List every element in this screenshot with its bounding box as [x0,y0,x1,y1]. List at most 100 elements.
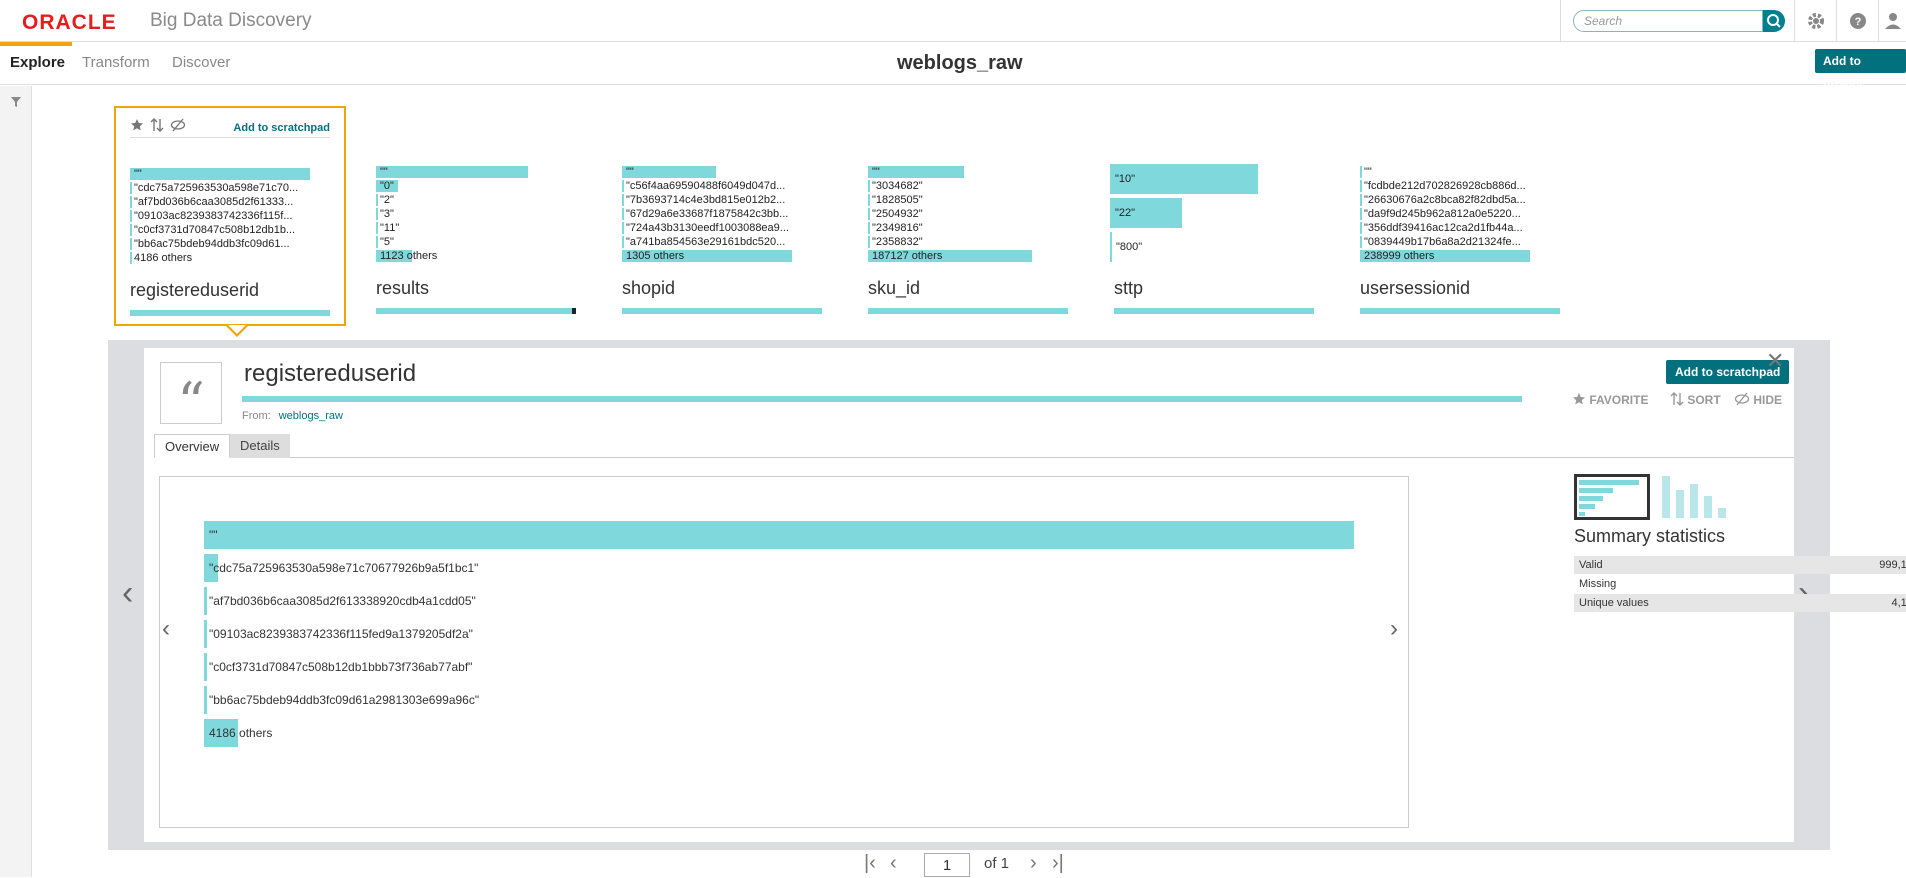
next-page-icon[interactable]: › [1030,852,1037,875]
search-button[interactable] [1763,10,1785,32]
hide-button[interactable]: HIDE [1734,392,1782,407]
attribute-detail-panel: “ registereduserid From: weblogs_raw Add … [144,348,1906,842]
distribution-bar[interactable]: "cdc75a725963530a598e71c70677926b9a5f1bc… [204,554,604,582]
prev-attribute-chevron-icon[interactable]: ‹ [122,574,133,613]
attribute-name: usersessionid [1360,278,1471,298]
tab-overview[interactable]: Overview [154,434,231,458]
distribution-bar-others[interactable]: 4186 others [204,719,604,747]
value-row[interactable]: "1828505" [868,194,1068,206]
value-row[interactable]: "3" [376,208,576,220]
value-row[interactable]: "2358832" [868,236,1068,248]
page-number-input[interactable]: 1 [924,853,970,877]
tab-explore[interactable]: Explore [10,54,65,71]
value-row[interactable]: "7b3693714c4e3bd815e012b2... [622,194,822,206]
favorite-button[interactable]: FAVORITE [1572,392,1648,407]
distribution-bar[interactable]: "af7bd036b6caa3085d2f613338920cdb4a1cdd0… [204,587,604,615]
pagination: |‹ ‹ 1 of 1 › ›| [860,852,1080,877]
distribution-bar[interactable]: "09103ac8239383742336f115fed9a1379205df2… [204,620,604,648]
value-row-others[interactable]: 238999 others [1360,250,1560,262]
main-nav: Explore Transform Discover weblogs_raw A… [0,42,1906,92]
first-page-icon[interactable]: |‹ [864,852,876,875]
value-row-others[interactable]: 4186 others [130,252,330,264]
oracle-logo: ORACLE [22,11,117,34]
last-page-icon[interactable]: ›| [1052,852,1064,875]
close-icon[interactable]: ✕ [1766,348,1784,374]
value-row[interactable]: "" [1360,166,1560,178]
attribute-card-shopid[interactable]: "" "c56f4aa69590488f6049d047d... "7b3693… [608,106,840,326]
horizontal-bar-view-button[interactable] [1574,474,1650,520]
value-row[interactable]: "0" [376,180,576,192]
value-row[interactable]: "09103ac8239383742336f115f... [130,210,330,222]
chart-next-chevron-icon[interactable]: › [1390,615,1398,643]
value-row[interactable]: "" [376,166,576,178]
source-dataset-link[interactable]: weblogs_raw [279,410,343,422]
value-row[interactable]: "c56f4aa69590488f6049d047d... [622,180,822,192]
value-row[interactable]: "2349816" [868,222,1068,234]
user-menu-button[interactable] [1878,0,1906,42]
value-row[interactable]: "" [130,168,315,180]
value-row[interactable]: "fcdbde212d702826928cb886d... [1360,180,1560,192]
value-row[interactable]: "3034682" [868,180,1068,192]
value-row[interactable]: "356ddf39416ac12ca2d1fb44a... [1360,222,1560,234]
value-bar[interactable]: "10" [1110,164,1258,194]
stat-row-missing: Missing 0 [1579,578,1617,590]
add-to-project-button[interactable]: Add to project [1815,49,1906,92]
tab-discover[interactable]: Discover [172,54,230,71]
active-tab-indicator [0,42,72,46]
value-row[interactable]: "724a43b3130eedf1003088ea9... [622,222,822,234]
help-button[interactable]: ? [1836,0,1878,42]
tab-transform[interactable]: Transform [82,54,150,71]
user-icon [1885,13,1901,29]
value-bar[interactable]: "800" [1110,232,1142,262]
star-icon [1573,393,1585,405]
value-distribution-chart: ‹ › "" "cdc75a725963530a598e71c70677926b… [159,476,1409,828]
search-input[interactable]: Search [1573,10,1763,32]
value-row[interactable]: "0839449b17b6a8a2d21324fe... [1360,236,1560,248]
distribution-bar[interactable]: "c0cf3731d70847c508b12db1bbb73f736ab77ab… [204,653,604,681]
filter-icon[interactable] [10,96,22,108]
distribution-bar[interactable]: "" [204,521,1364,549]
distribution-bar[interactable]: "bb6ac75bdeb94ddb3fc09d61a2981303e699a96… [204,686,604,714]
app-title: Big Data Discovery [150,10,312,31]
settings-button[interactable] [1794,0,1836,42]
value-row[interactable]: "" [868,166,1068,178]
hide-icon[interactable] [170,118,186,132]
attribute-card-sku-id[interactable]: "" "3034682" "1828505" "2504932" "234981… [854,106,1086,326]
value-row[interactable]: "cdc75a725963530a598e71c70... [130,182,330,194]
value-row[interactable]: "da9f9d245b962a812a0e5220... [1360,208,1560,220]
value-row[interactable]: "2" [376,194,576,206]
vertical-bar-chart-icon [1662,476,1726,518]
value-bar[interactable]: "22" [1110,198,1182,228]
value-row[interactable]: "a741ba854563e29161bdc520... [622,236,822,248]
value-row[interactable]: "11" [376,222,576,234]
prev-page-icon[interactable]: ‹ [890,852,897,875]
page-count: of 1 [984,855,1010,872]
attribute-card-registereduserid[interactable]: Add to scratchpad "" "cdc75a725963530a59… [114,106,346,337]
svg-text:?: ? [1855,16,1862,28]
search-area: Search [1560,0,1790,42]
value-row[interactable]: "67d29a6e33687f1875842c3bb... [622,208,822,220]
value-row-others[interactable]: 1123 others [376,250,576,262]
value-row[interactable]: "2504932" [868,208,1068,220]
attribute-card-sttp[interactable]: "10" "22" "800" sttp [1100,106,1332,326]
star-icon[interactable] [130,118,144,132]
value-row-others[interactable]: 1305 others [622,250,822,262]
sort-button[interactable]: SORT [1670,392,1721,407]
vertical-bar-view-button[interactable] [1658,474,1734,520]
sort-icon[interactable] [150,118,164,132]
value-row[interactable]: "af7bd036b6caa3085d2f61333... [130,196,330,208]
add-to-scratchpad-link[interactable]: Add to scratchpad [233,122,330,134]
value-row[interactable]: "c0cf3731d70847c508b12db1b... [130,224,330,236]
help-icon: ? [1850,13,1866,29]
tab-details[interactable]: Details [230,434,290,458]
value-row[interactable]: "26630676a2c8bca82f82dbd5a... [1360,194,1560,206]
horizontal-bar-chart-icon [1579,480,1639,516]
value-row[interactable]: "" [622,166,822,178]
value-row[interactable]: "5" [376,236,576,248]
summary-statistics-title: Summary statistics [1574,526,1726,546]
attribute-card-results[interactable]: "" "0" "2" "3" "11" "5" 1123 others resu… [362,106,594,326]
chart-prev-chevron-icon[interactable]: ‹ [162,615,170,643]
value-row-others[interactable]: 187127 others [868,250,1068,262]
value-row[interactable]: "bb6ac75bdeb94ddb3fc09d61... [130,238,330,250]
attribute-card-usersessionid[interactable]: "" "fcdbde212d702826928cb886d... "266306… [1346,106,1578,326]
